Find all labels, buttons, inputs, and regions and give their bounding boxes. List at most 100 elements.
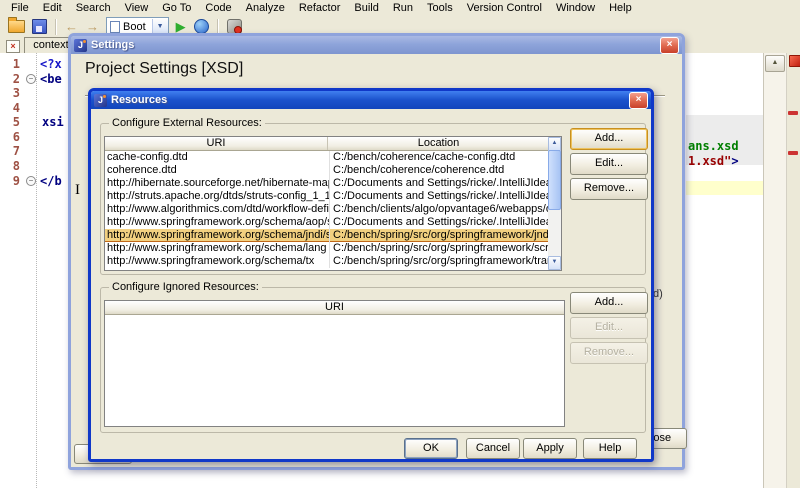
error-stripe xyxy=(786,53,800,488)
column-header-uri[interactable]: URI xyxy=(105,301,564,314)
table-header: URI xyxy=(105,301,564,315)
ignored-remove-button[interactable]: Remove... xyxy=(570,342,648,364)
ignored-resources-table[interactable]: URI xyxy=(104,300,565,427)
occluded-text-fragment: I xyxy=(75,182,80,199)
menu-version-control[interactable]: Version Control xyxy=(460,1,549,15)
toolbar-separator xyxy=(55,19,57,35)
menu-goto[interactable]: Go To xyxy=(155,1,198,15)
line-number: 4 xyxy=(0,101,20,115)
run-icon[interactable]: ▶ xyxy=(176,19,186,34)
menu-build[interactable]: Build xyxy=(347,1,385,15)
ignored-edit-button[interactable]: Edit... xyxy=(570,317,648,339)
error-stripe-mark[interactable] xyxy=(788,111,798,115)
table-row[interactable]: http://struts.apache.org/dtds/struts-con… xyxy=(105,190,549,203)
scroll-up-icon[interactable]: ▲ xyxy=(765,55,785,72)
location-cell: C:/bench/spring/src/org/springframework/… xyxy=(330,229,549,242)
close-icon[interactable]: × xyxy=(6,40,20,53)
open-file-icon[interactable] xyxy=(8,20,25,33)
menu-refactor[interactable]: Refactor xyxy=(292,1,348,15)
external-resources-table[interactable]: URI Location cache-config.dtdC:/bench/co… xyxy=(104,136,550,271)
page-title: Project Settings [XSD] xyxy=(85,60,243,78)
external-add-button[interactable]: Add... xyxy=(570,128,648,150)
code-fragment: <?x xyxy=(40,57,62,71)
error-stripe-mark[interactable] xyxy=(788,151,798,155)
scroll-down-icon[interactable]: ▼ xyxy=(548,256,561,270)
table-row[interactable]: http://hibernate.sourceforge.net/hiberna… xyxy=(105,177,549,190)
location-cell: C:/bench/coherence/coherence.dtd xyxy=(330,164,549,177)
uri-cell: coherence.dtd xyxy=(105,164,330,177)
menu-code[interactable]: Code xyxy=(198,1,238,15)
settings-title: Settings xyxy=(91,39,134,51)
intellij-logo-icon: J xyxy=(74,39,87,52)
uri-cell: http://www.springframework.org/schema/tx xyxy=(105,255,330,268)
table-row[interactable]: http://www.springframework.org/schema/ao… xyxy=(105,216,549,229)
ignored-add-button[interactable]: Add... xyxy=(570,292,648,314)
chevron-down-icon[interactable]: ▼ xyxy=(152,19,168,34)
occluded-text-fragment: d) xyxy=(653,288,663,300)
uri-cell: http://hibernate.sourceforge.net/hiberna… xyxy=(105,177,330,190)
code-fragment: ans.xsd xyxy=(688,139,739,153)
line-number: 1 xyxy=(0,57,20,71)
menu-analyze[interactable]: Analyze xyxy=(239,1,292,15)
scroll-up-icon[interactable]: ▲ xyxy=(548,137,561,151)
table-row[interactable]: http://www.algorithmics.com/dtd/workflow… xyxy=(105,203,549,216)
resources-dialog: J Resources × Configure External Resourc… xyxy=(88,88,654,462)
help-button[interactable]: Help xyxy=(583,438,637,459)
uri-cell: http://www.springframework.org/schema/la… xyxy=(105,242,330,255)
table-row-selected[interactable]: http://www.springframework.org/schema/jn… xyxy=(105,229,549,242)
location-cell: C:/Documents and Settings/ricke/.Intelli… xyxy=(330,216,549,229)
settings-title-bar[interactable]: J Settings × xyxy=(71,36,682,54)
close-icon[interactable]: × xyxy=(660,37,679,54)
menu-tools[interactable]: Tools xyxy=(420,1,460,15)
resources-title: Resources xyxy=(111,94,167,106)
uri-cell: http://struts.apache.org/dtds/struts-con… xyxy=(105,190,330,203)
editor-scrollbar[interactable] xyxy=(763,53,787,488)
column-header-location[interactable]: Location xyxy=(328,137,549,150)
external-edit-button[interactable]: Edit... xyxy=(570,153,648,175)
line-number: 6 xyxy=(0,130,20,144)
uri-cell: http://www.springframework.org/schema/ao… xyxy=(105,216,330,229)
table-row[interactable]: cache-config.dtdC:/bench/coherence/cache… xyxy=(105,151,549,164)
line-number: 9 xyxy=(0,174,20,188)
table-scrollbar[interactable]: ▲ ▼ xyxy=(548,136,562,271)
uri-cell: cache-config.dtd xyxy=(105,151,330,164)
save-all-icon[interactable] xyxy=(32,19,47,34)
menu-window[interactable]: Window xyxy=(549,1,602,15)
code-fragment: xsi xyxy=(42,115,64,129)
line-number: 8 xyxy=(0,159,20,173)
menu-run[interactable]: Run xyxy=(386,1,420,15)
location-cell: C:/bench/coherence/cache-config.dtd xyxy=(330,151,549,164)
cancel-button[interactable]: Cancel xyxy=(466,438,520,459)
ant-build-icon[interactable] xyxy=(227,19,242,34)
menu-edit[interactable]: Edit xyxy=(36,1,69,15)
menu-view[interactable]: View xyxy=(118,1,156,15)
resources-title-bar[interactable]: J Resources × xyxy=(91,91,651,109)
code-fragment: <be xyxy=(40,72,62,86)
error-status-indicator[interactable] xyxy=(789,55,800,67)
apply-button[interactable]: Apply xyxy=(523,438,577,459)
line-number: 7 xyxy=(0,144,20,158)
table-row[interactable]: http://www.springframework.org/schema/la… xyxy=(105,242,549,255)
code-fragment: </b xyxy=(40,174,62,188)
table-row[interactable]: http://www.springframework.org/schema/tx… xyxy=(105,255,549,268)
line-number: 2 xyxy=(0,72,20,86)
close-icon[interactable]: × xyxy=(629,92,648,109)
fold-marker-icon[interactable]: − xyxy=(26,74,36,84)
table-row[interactable]: coherence.dtdC:/bench/coherence/coherenc… xyxy=(105,164,549,177)
menu-help[interactable]: Help xyxy=(602,1,639,15)
uri-cell: http://www.springframework.org/schema/jn… xyxy=(105,229,330,242)
debug-icon[interactable] xyxy=(194,19,209,34)
uri-cell: http://www.algorithmics.com/dtd/workflow… xyxy=(105,203,330,216)
external-remove-button[interactable]: Remove... xyxy=(570,178,648,200)
location-cell: C:/bench/spring/src/org/springframework/… xyxy=(330,255,549,268)
location-cell: C:/Documents and Settings/ricke/.Intelli… xyxy=(330,190,549,203)
column-header-uri[interactable]: URI xyxy=(105,137,328,150)
location-cell: C:/bench/clients/algo/opvantage6/webapps… xyxy=(330,203,549,216)
fold-marker-icon[interactable]: − xyxy=(26,176,36,186)
external-resources-label: Configure External Resources: xyxy=(109,117,265,129)
ignored-resources-label: Configure Ignored Resources: xyxy=(109,281,262,293)
scrollbar-thumb[interactable] xyxy=(548,150,561,210)
ok-button[interactable]: OK xyxy=(404,438,458,459)
menu-search[interactable]: Search xyxy=(69,1,118,15)
menu-file[interactable]: File xyxy=(4,1,36,15)
